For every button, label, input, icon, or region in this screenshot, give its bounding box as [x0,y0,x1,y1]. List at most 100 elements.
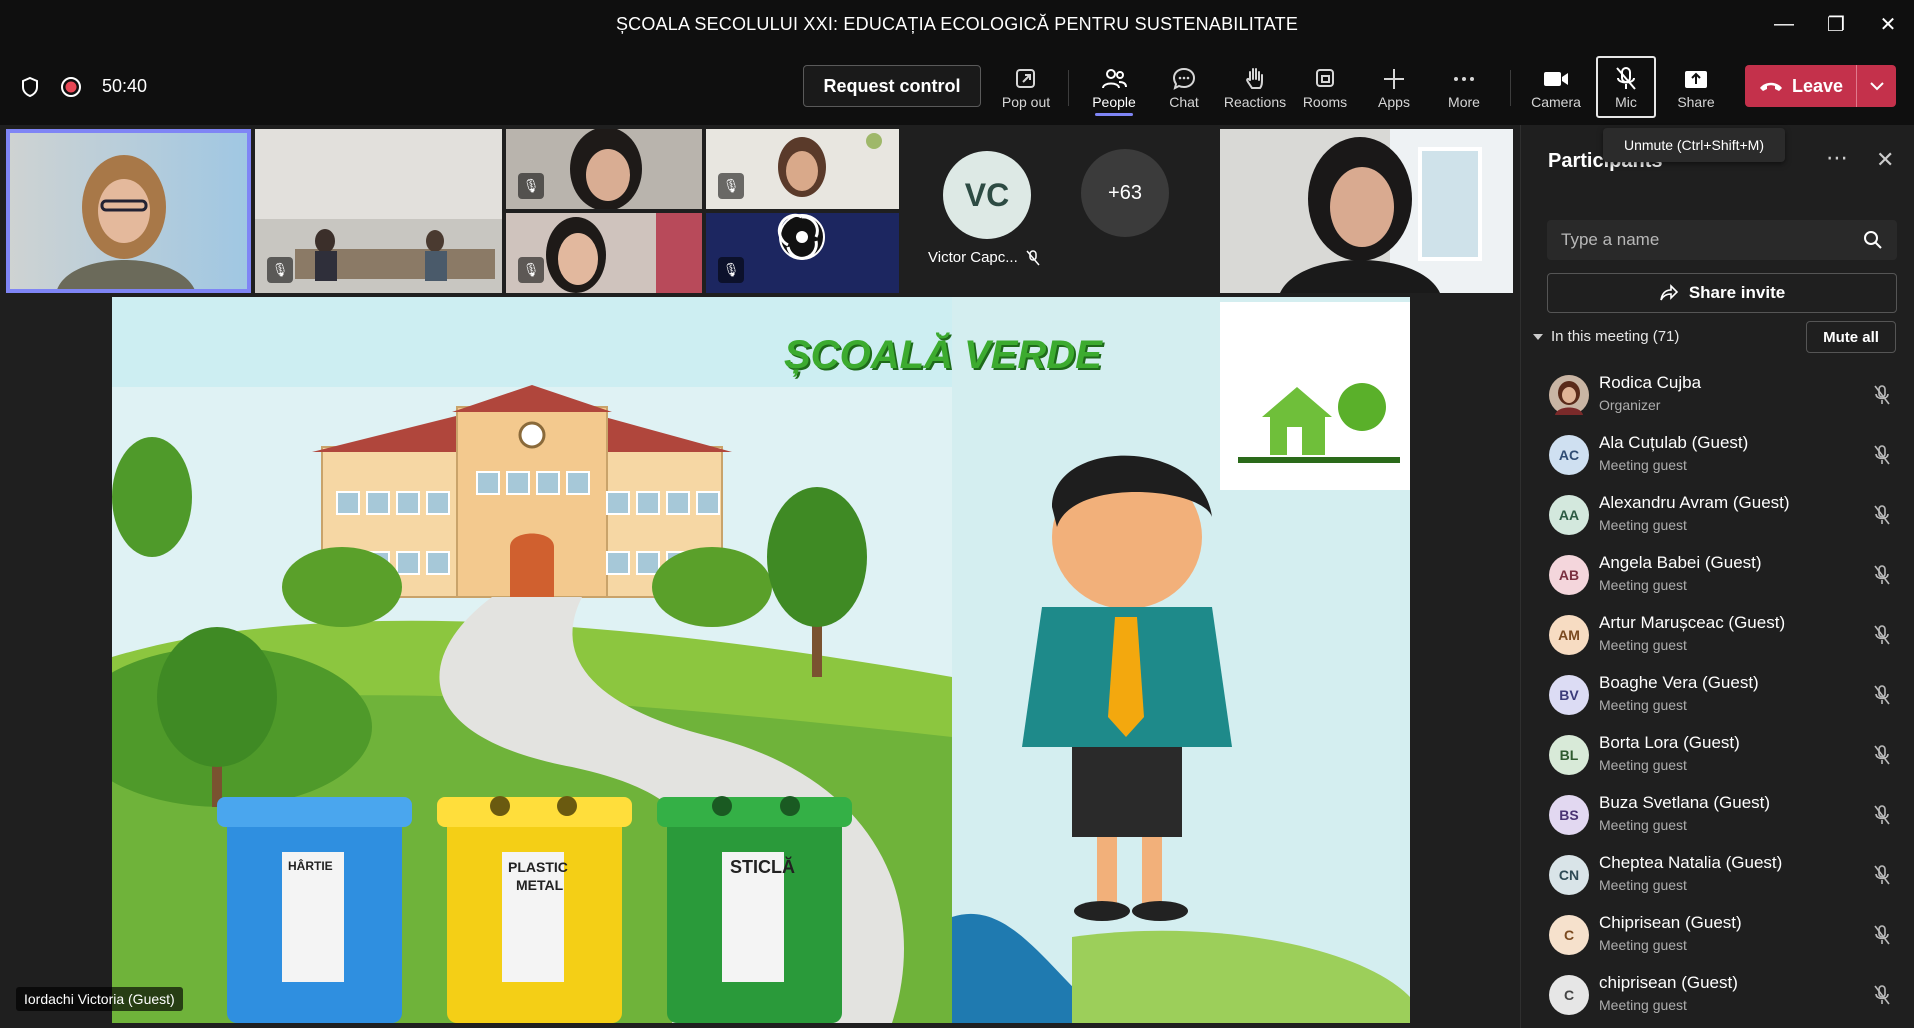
mic-off-icon: 🎙 [518,257,544,283]
request-control-button[interactable]: Request control [803,65,981,107]
mute-all-button[interactable]: Mute all [1806,321,1896,353]
slide-title: ȘCOALĂ VERDE [784,333,1102,377]
participants-panel: Participants ⋯ ✕ Share invite In this me… [1520,125,1914,1028]
mic-off-icon[interactable] [1873,925,1891,945]
participant-row[interactable]: AA Alexandru Avram (Guest) Meeting guest [1521,485,1914,545]
avatar-photo [1549,375,1589,415]
mic-button[interactable]: Mic [1596,56,1656,118]
chat-button[interactable]: Chat [1154,56,1214,118]
participant-row[interactable]: Rodica Cujba Organizer [1521,365,1914,425]
participant-row[interactable]: AC Ala Cuțulab (Guest) Meeting guest [1521,425,1914,485]
avatar-victor[interactable]: VC [943,151,1031,239]
participant-role: Meeting guest [1599,817,1687,833]
plus-icon [1384,69,1404,89]
hang-up-icon [1759,82,1782,91]
maximize-button[interactable]: ❐ [1810,0,1862,48]
participant-row[interactable]: Cchiprisean (Guest) Meeting guest [1521,965,1914,1025]
recording-icon [61,76,81,97]
share-invite-button[interactable]: Share invite [1547,273,1897,313]
camera-button[interactable]: Camera [1528,56,1584,118]
in-meeting-label: In this meeting (71) [1551,328,1680,345]
avatar: BV [1549,675,1589,715]
video-tile-presenter[interactable] [6,129,251,293]
participant-row[interactable]: CN Cheptea Natalia (Guest) Meeting guest [1521,845,1914,905]
people-button[interactable]: People [1084,56,1144,118]
mic-off-icon: 🎙 [518,173,544,199]
participant-name: Ala Cuțulab (Guest) [1599,433,1749,452]
participant-name: Buza Svetlana (Guest) [1599,793,1771,812]
mic-off-icon: 🎙 [718,257,744,283]
video-tile-participant[interactable]: 🎙 [506,213,702,293]
avatar: C [1549,915,1589,955]
participant-search[interactable] [1547,220,1897,260]
mic-off-icon[interactable] [1873,625,1891,645]
participant-row[interactable]: AM Artur Marușceac (Guest) Meeting guest [1521,605,1914,665]
more-participants-button[interactable]: +63 [1081,149,1169,237]
mic-tooltip: Unmute (Ctrl+Shift+M) [1603,128,1785,162]
search-input[interactable] [1561,230,1841,250]
leave-main[interactable]: Leave [1745,76,1856,97]
participant-role: Organizer [1599,397,1661,413]
participant-row[interactable]: BL Borta Lora (Guest) Meeting guest [1521,725,1914,785]
reactions-label: Reactions [1223,94,1287,110]
camera-label: Camera [1531,94,1581,110]
rooms-label: Rooms [1302,94,1348,110]
more-label: More [1448,94,1480,110]
mic-off-icon[interactable] [1873,505,1891,525]
participant-row[interactable]: C Chiprisean (Guest) Meeting guest [1521,905,1914,965]
participant-name: Boaghe Vera (Guest) [1599,673,1759,692]
close-window-button[interactable]: ✕ [1862,0,1914,48]
mic-off-icon[interactable] [1873,685,1891,705]
participant-row[interactable]: AB Angela Babei (Guest) Meeting guest [1521,545,1914,605]
shield-icon[interactable] [20,76,40,98]
mic-off-icon [1616,67,1636,90]
mic-off-icon[interactable] [1873,865,1891,885]
more-button[interactable]: More [1442,56,1486,118]
mic-off-icon[interactable] [1873,385,1891,405]
mic-off-icon[interactable] [1873,805,1891,825]
presenter-name-tag: Iordachi Victoria (Guest) [16,987,183,1011]
camera-icon [1544,72,1568,86]
mic-off-icon[interactable] [1873,985,1891,1005]
avatar: CN [1549,855,1589,895]
mic-off-icon[interactable] [1873,565,1891,585]
bin-label-glass: STICLĂ [730,857,795,877]
participant-name: Angela Babei (Guest) [1599,553,1762,572]
avatar: BS [1549,795,1589,835]
participant-name: chiprisean (Guest) [1599,973,1738,992]
leave-options-chevron[interactable] [1856,65,1896,107]
panel-more-icon[interactable]: ⋯ [1826,145,1848,171]
minimize-button[interactable]: — [1758,0,1810,48]
video-tile-classroom[interactable]: 🎙 [255,129,502,293]
leave-button[interactable]: Leave [1745,65,1896,107]
participant-video [6,129,251,293]
rooms-button[interactable]: Rooms [1300,56,1350,118]
toolbar-left: 50:40 [0,76,147,98]
toolbar-separator [1068,70,1069,106]
participant-row[interactable]: BV Boaghe Vera (Guest) Meeting guest [1521,665,1914,725]
apps-button[interactable]: Apps [1372,56,1416,118]
participant-name: Alexandru Avram (Guest) [1599,493,1790,512]
mic-off-icon[interactable] [1873,745,1891,765]
mic-off-icon[interactable] [1873,445,1891,465]
participant-role: Meeting guest [1599,937,1687,953]
chevron-down-icon [1533,333,1543,340]
participant-list: Rodica Cujba Organizer AC Ala Cuțulab (Gues… [1521,365,1914,1025]
video-tile-participant[interactable]: 🎙 [506,129,702,209]
bin-label-plastic: PLASTIC [508,859,568,875]
reactions-button[interactable]: Reactions [1220,56,1290,118]
victor-name-label: Victor Capc... [928,249,1018,266]
pop-out-button[interactable]: Pop out [996,56,1056,118]
chat-icon [1172,67,1196,90]
rooms-icon [1316,69,1334,87]
participant-row[interactable]: BS Buza Svetlana (Guest) Meeting guest [1521,785,1914,845]
bin-label-metal: METAL [516,877,564,893]
avatar: C [1549,975,1589,1015]
video-tile-participant[interactable]: 🎙 [706,213,899,293]
video-tile-participant[interactable]: 🎙 [706,129,899,209]
share-button[interactable]: Share [1668,56,1724,118]
in-meeting-section[interactable]: In this meeting (71) [1533,328,1679,345]
participant-role: Meeting guest [1599,697,1687,713]
video-tile-participant[interactable] [1220,129,1513,293]
close-panel-icon[interactable]: ✕ [1876,147,1894,173]
